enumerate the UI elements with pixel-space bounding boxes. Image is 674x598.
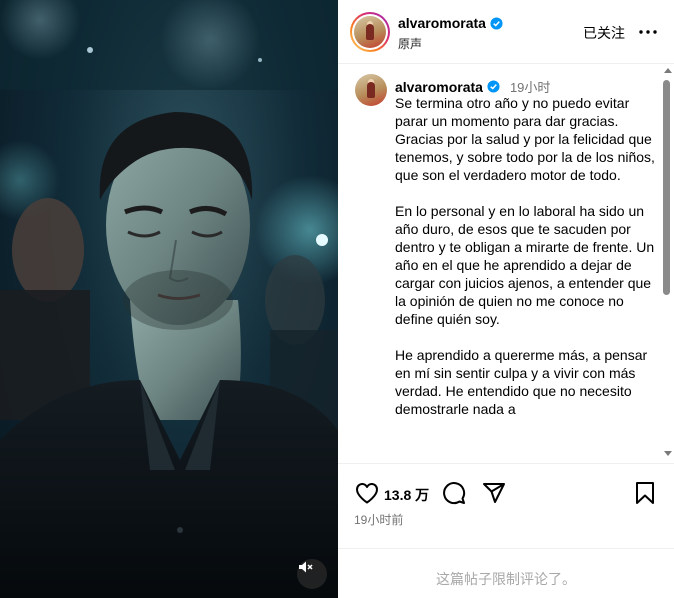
bookmark-icon [636,482,654,504]
scrollbar-thumb[interactable] [663,80,670,295]
mute-button[interactable] [297,559,327,589]
audio-label[interactable]: 原声 [398,35,422,52]
header-username[interactable]: alvaromorata [398,15,486,31]
post-media[interactable] [0,0,338,598]
verified-badge-icon [490,16,503,30]
story-ring[interactable] [350,12,390,52]
like-count[interactable]: 13.8 万 [384,485,429,505]
save-button[interactable] [632,480,658,506]
comment-icon [443,482,466,505]
scroll-down-arrow-icon[interactable] [664,451,672,456]
caption-avatar[interactable] [355,74,387,106]
more-horizontal-icon [639,30,657,34]
video-frame [0,0,338,598]
share-button[interactable] [481,480,507,506]
avatar [354,16,386,48]
comments-limited-notice: 这篇帖子限制评论了。 [338,548,674,598]
caption-username[interactable]: alvaromorata [395,79,483,95]
caption-text: Se termina otro año y no puedo evitar pa… [395,95,655,417]
action-bar: 13.8 万 19小时前 [338,463,674,548]
share-icon [483,483,505,503]
post-timestamp[interactable]: 19小时前 [354,511,403,528]
comment-button[interactable] [441,480,467,506]
like-button[interactable] [354,480,380,506]
more-options-button[interactable] [636,22,660,42]
scroll-up-arrow-icon[interactable] [664,68,672,73]
post-header: alvaromorata 原声 已关注 [338,0,674,64]
verified-badge-icon [487,80,500,93]
following-button[interactable]: 已关注 [583,23,625,43]
speaker-muted-icon [299,561,313,573]
heart-icon [356,483,378,504]
post-details-panel: alvaromorata 原声 已关注 alvaromorata 19小时 Se… [338,0,674,598]
header-user: alvaromorata [398,15,503,31]
caption-section[interactable]: alvaromorata 19小时 Se termina otro año y … [338,65,674,462]
